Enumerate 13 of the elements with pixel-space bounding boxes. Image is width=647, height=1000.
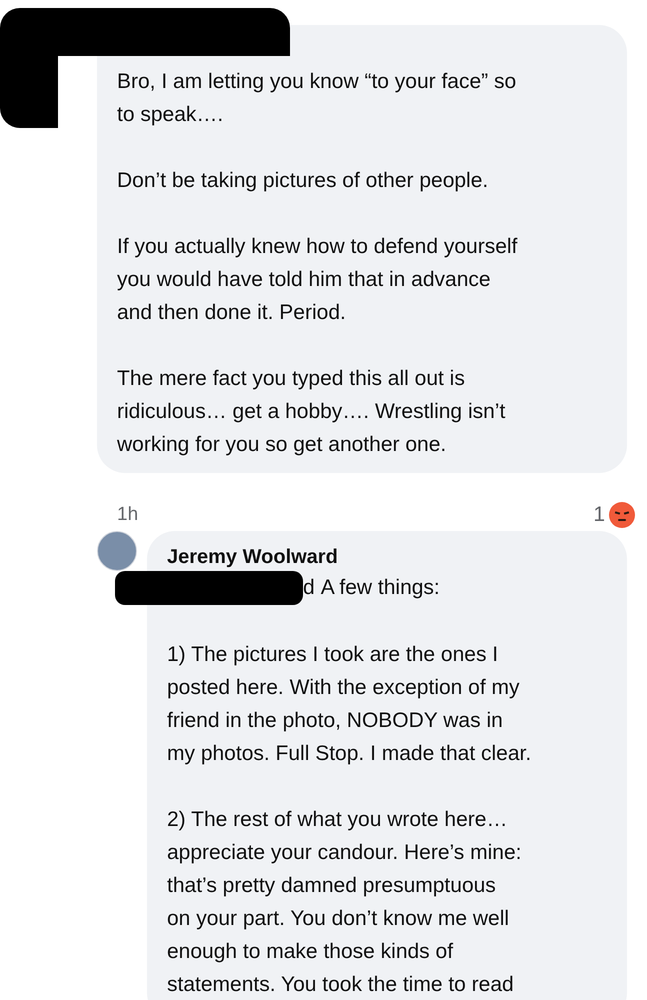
comment-text: A few things: xyxy=(320,575,440,601)
comment-text: Don’t be taking pictures of other people. xyxy=(117,168,490,194)
angry-emoji-icon[interactable] xyxy=(609,502,635,528)
timestamp[interactable]: 1h xyxy=(117,500,138,529)
comment-text: 2) The rest of what you wrote here… appreciate your candour. Here’s mine: that’s pretty damned presumptuous on your part. You don’t know me well enough to make those kinds of statements. You took the time to read xyxy=(167,806,522,998)
comment-text: Bro, I am letting you know “to your face” so to speak…. xyxy=(117,69,518,128)
mention-link[interactable]: d xyxy=(303,571,315,604)
avatar[interactable] xyxy=(97,530,137,570)
comment-text: 1) The pictures I took are the ones I posted here. With the exception of my friend in the photo, NOBODY was in my photos. Full Stop. I made that clear. xyxy=(167,642,532,766)
comment-text: The mere fact you typed this all out is ridiculous… get a hobby…. Wrestling isn’t working for you so get another one. xyxy=(117,366,506,458)
comment-text: If you actually knew how to defend yourself you would have told him that in advance and then done it. Period. xyxy=(117,234,518,326)
reaction-count[interactable]: 1 xyxy=(593,499,605,530)
author-name[interactable]: Jeremy Woolward xyxy=(167,542,627,570)
